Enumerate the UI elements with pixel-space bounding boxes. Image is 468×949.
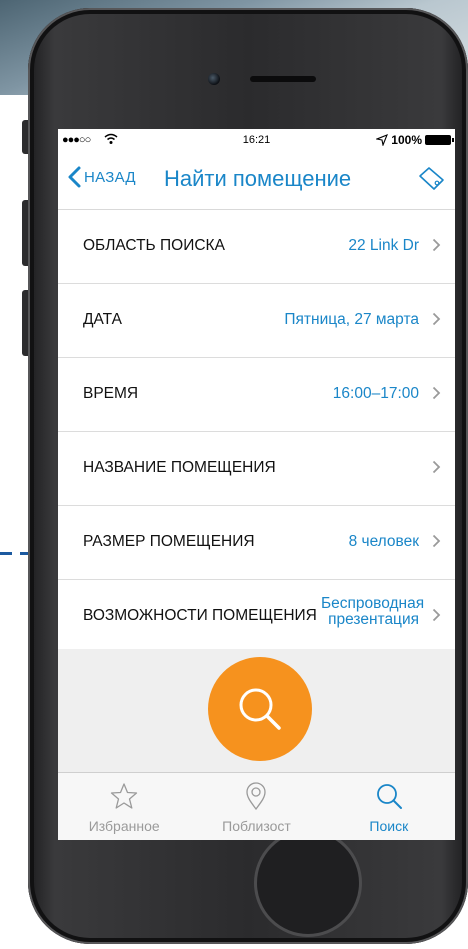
tab-bar: Избранное Поблизост Поиск: [58, 772, 455, 840]
row-date[interactable]: ДАТА Пятница, 27 марта: [58, 284, 455, 358]
battery-icon: [425, 135, 454, 145]
chevron-right-icon: [432, 608, 441, 622]
row-label: ВОЗМОЖНОСТИ ПОМЕЩЕНИЯ: [83, 607, 317, 624]
location-arrow-icon: [376, 134, 389, 146]
tab-label: Поблизост: [222, 818, 291, 834]
tab-label: Поиск: [369, 818, 409, 834]
map-pin-icon: [246, 782, 267, 811]
chevron-right-icon: [432, 534, 441, 548]
tag-icon[interactable]: [417, 166, 445, 192]
row-search-area[interactable]: ОБЛАСТЬ ПОИСКА 22 Link Dr: [58, 210, 455, 284]
chevron-left-icon: [68, 166, 81, 188]
star-icon: [111, 783, 138, 809]
chevron-right-icon: [432, 386, 441, 400]
chevron-right-icon: [432, 460, 441, 474]
row-label: ВРЕМЯ: [83, 385, 139, 402]
row-label: РАЗМЕР ПОМЕЩЕНИЯ: [83, 533, 255, 550]
tab-nearby[interactable]: Поблизост: [190, 773, 322, 840]
row-value: Беспроводная презентация: [321, 596, 424, 628]
tab-favorites[interactable]: Избранное: [58, 773, 190, 840]
status-right-group: 100%: [376, 133, 454, 147]
app-screen: ●●●○○ 16:21 100% НАЗАД Найти помещение О…: [58, 129, 455, 840]
row-room-size[interactable]: РАЗМЕР ПОМЕЩЕНИЯ 8 человек: [58, 506, 455, 580]
mute-switch: [22, 120, 28, 154]
status-bar: ●●●○○ 16:21 100%: [58, 129, 455, 153]
camera-icon: [208, 73, 220, 85]
search-icon: [376, 784, 402, 809]
back-label: НАЗАД: [84, 168, 136, 186]
search-action-area: [58, 649, 455, 772]
tab-label: Избранное: [88, 818, 160, 834]
speaker-grille: [250, 76, 316, 82]
row-label: ДАТА: [83, 311, 122, 328]
navigation-bar: НАЗАД Найти помещение: [58, 153, 455, 210]
row-value-line: Беспроводная: [321, 595, 425, 612]
volume-up-button: [22, 200, 28, 266]
row-room-features[interactable]: ВОЗМОЖНОСТИ ПОМЕЩЕНИЯ Беспроводная презе…: [58, 580, 455, 654]
chevron-right-icon: [432, 312, 441, 326]
row-room-name[interactable]: НАЗВАНИЕ ПОМЕЩЕНИЯ: [58, 432, 455, 506]
row-value: 8 человек: [348, 533, 419, 550]
battery-percent: 100%: [391, 133, 422, 147]
back-button[interactable]: НАЗАД: [66, 165, 136, 189]
volume-down-button: [22, 290, 28, 356]
chevron-right-icon: [432, 238, 441, 252]
page-title: Найти помещение: [164, 166, 352, 191]
search-button[interactable]: [208, 657, 312, 761]
row-value-line: презентация: [328, 611, 419, 628]
row-label: ОБЛАСТЬ ПОИСКА: [83, 237, 225, 254]
row-value: 22 Link Dr: [348, 237, 419, 254]
row-label: НАЗВАНИЕ ПОМЕЩЕНИЯ: [83, 459, 276, 476]
search-icon: [239, 688, 281, 730]
search-options-list: ОБЛАСТЬ ПОИСКА 22 Link Dr ДАТА Пятница, …: [58, 210, 455, 654]
row-value: 16:00–17:00: [332, 385, 419, 402]
tab-search[interactable]: Поиск: [323, 773, 455, 840]
row-time[interactable]: ВРЕМЯ 16:00–17:00: [58, 358, 455, 432]
row-value: Пятница, 27 марта: [284, 311, 419, 328]
home-button[interactable]: [254, 829, 362, 937]
